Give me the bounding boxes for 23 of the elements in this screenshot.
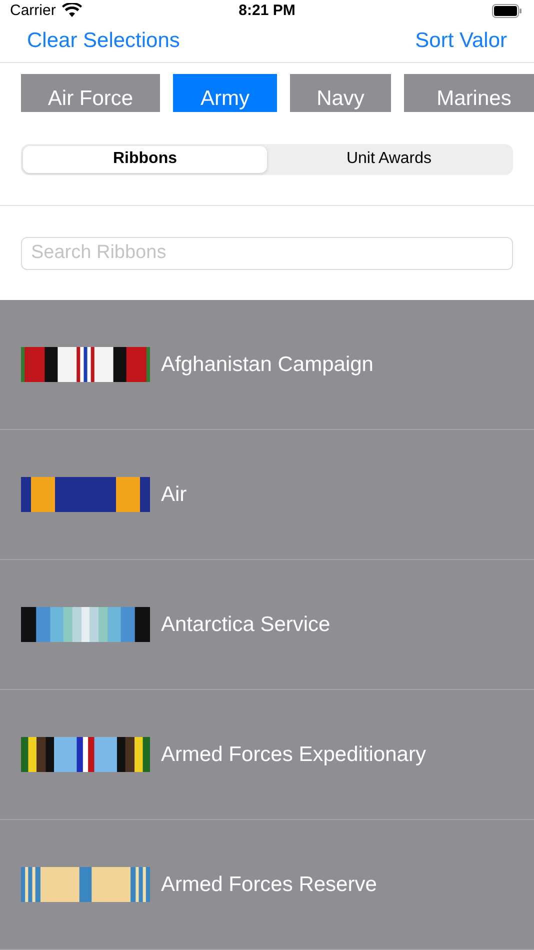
battery-icon xyxy=(492,4,522,18)
ribbon-name: Antarctica Service xyxy=(161,612,330,636)
ribbon-row[interactable]: Antarctica Service xyxy=(0,560,534,690)
branch-button[interactable]: Army xyxy=(173,74,277,112)
ribbon-row[interactable]: Armed Forces Reserve xyxy=(0,820,534,950)
clear-selections-button[interactable]: Clear Selections xyxy=(27,29,180,54)
branch-button[interactable]: Air Force xyxy=(21,74,160,112)
branch-button[interactable]: Marines xyxy=(404,74,534,112)
branch-button[interactable]: Navy xyxy=(290,74,391,112)
ribbon-name: Afghanistan Campaign xyxy=(161,352,374,376)
ribbon-row[interactable]: Armed Forces Expeditionary xyxy=(0,690,534,820)
status-time: 8:21 PM xyxy=(238,2,296,19)
ribbon-row[interactable]: Air xyxy=(0,430,534,560)
ribbon-name: Armed Forces Reserve xyxy=(161,872,377,896)
sort-valor-button[interactable]: Sort Valor xyxy=(415,29,507,54)
carrier-label: Carrier xyxy=(10,2,56,19)
search-field[interactable]: Search Ribbons xyxy=(21,236,513,270)
segment-tab[interactable]: Ribbons xyxy=(23,146,267,173)
ribbon-name: Air xyxy=(161,482,187,506)
segment-tab[interactable]: Unit Awards xyxy=(267,146,511,173)
ribbon-name: Armed Forces Expeditionary xyxy=(161,742,426,766)
ribbon-row[interactable]: Afghanistan Campaign xyxy=(0,300,534,430)
wifi-icon xyxy=(62,3,82,18)
